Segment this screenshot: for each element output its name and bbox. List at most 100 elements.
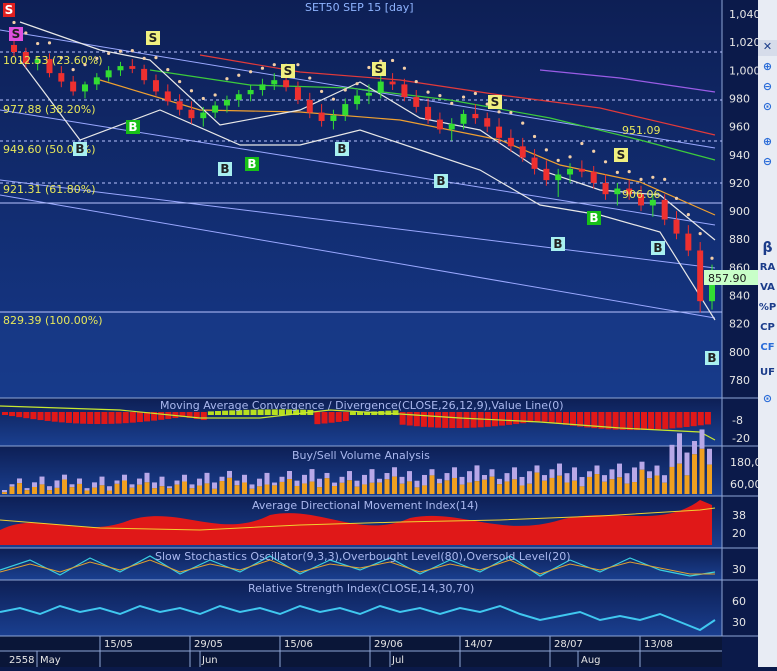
- sar-dot: [367, 65, 371, 70]
- zoom-out-icon[interactable]: ⊖: [758, 155, 777, 171]
- volume-sell-bar: [347, 471, 352, 481]
- cf-button[interactable]: CF: [758, 342, 777, 358]
- candle-body: [661, 199, 668, 220]
- volume-sell-bar: [234, 480, 240, 486]
- volume-sell-bar: [92, 482, 97, 488]
- macd-bar: [122, 412, 129, 424]
- date-label: 15/05: [104, 639, 133, 650]
- candle-body: [247, 90, 254, 95]
- sar-dot: [414, 79, 418, 84]
- sell-marker: S: [146, 31, 160, 45]
- macd-bar: [626, 412, 633, 431]
- volume-buy-bar: [204, 483, 210, 494]
- sar-dot: [615, 170, 619, 174]
- volume-sell-bar: [444, 473, 450, 481]
- volume-buy-bar: [62, 479, 67, 494]
- buy-marker: B: [335, 142, 349, 156]
- add-icon[interactable]: ⊕: [758, 60, 777, 76]
- candle-body: [188, 109, 195, 119]
- macd-bar: [108, 412, 115, 424]
- volume-buy-bar: [107, 490, 112, 494]
- macd-bar: [37, 412, 44, 421]
- volume-sell-bar: [369, 469, 375, 483]
- volume-sell-bar: [437, 478, 442, 484]
- candle-body: [602, 182, 609, 195]
- candle-body: [223, 99, 230, 106]
- sar-dot: [189, 89, 194, 93]
- volume-sell-bar: [272, 482, 277, 486]
- volume-buy-bar: [399, 483, 405, 494]
- volume-buy-bar: [587, 476, 592, 494]
- sar-dot: [142, 56, 146, 60]
- beta-button[interactable]: β: [758, 240, 777, 258]
- volume-buy-bar: [249, 488, 255, 494]
- volume-sell-bar: [257, 478, 262, 487]
- svg-text:B: B: [247, 157, 256, 171]
- volume-sell-bar: [474, 465, 480, 482]
- volume-buy-bar: [279, 481, 285, 494]
- uf-button[interactable]: UF: [758, 367, 777, 383]
- volume-sell-bar: [287, 471, 292, 480]
- volume-buy-bar: [144, 482, 150, 494]
- rsi-title: Relative Strength Index(CLOSE,14,30,70): [248, 582, 474, 595]
- volume-buy-bar: [654, 475, 660, 494]
- svg-text:S: S: [5, 3, 14, 17]
- zoom-in-icon[interactable]: ⊕: [758, 135, 777, 151]
- macd-bar: [349, 411, 356, 415]
- volume-sell-bar: [579, 477, 585, 487]
- macd-bar: [428, 412, 434, 428]
- volume-sell-bar: [24, 488, 30, 491]
- candle-body: [11, 44, 17, 53]
- volume-sell-bar: [144, 472, 150, 483]
- last-price-label: 857.90: [708, 272, 747, 285]
- month-label: Aug: [581, 655, 601, 666]
- cp-button[interactable]: CP: [758, 322, 777, 338]
- volume-sell-bar: [662, 475, 667, 483]
- ra-button[interactable]: RA: [758, 262, 777, 278]
- close-icon[interactable]: ✕: [758, 40, 777, 56]
- volume-sell-bar: [392, 467, 397, 477]
- volume-buy-bar: [227, 477, 232, 494]
- volume-buy-bar: [639, 469, 645, 494]
- volume-sell-bar: [54, 480, 60, 488]
- va-button[interactable]: VA: [758, 282, 777, 298]
- date-label: 28/07: [554, 639, 583, 650]
- sell-marker: S: [281, 64, 295, 78]
- sar-dot: [308, 76, 312, 80]
- annotation-label: 951.09: [622, 124, 661, 137]
- svg-text:B: B: [128, 120, 137, 134]
- sar-dot: [450, 101, 454, 105]
- volume-buy-bar: [189, 488, 195, 494]
- volume-sell-bar: [572, 467, 577, 481]
- volume-sell-bar: [632, 467, 637, 483]
- volume-sell-bar: [699, 429, 705, 449]
- month-label: May: [40, 655, 61, 666]
- percent-button[interactable]: %P: [758, 302, 777, 318]
- volume-buy-bar: [182, 481, 187, 494]
- sar-dot: [154, 56, 158, 60]
- scroll-icon[interactable]: ⊙: [758, 392, 777, 408]
- volume-buy-bar: [384, 479, 390, 494]
- volume-sell-bar: [707, 448, 712, 465]
- sar-dot: [355, 82, 359, 86]
- candle-body: [365, 92, 372, 96]
- price-tick: 940: [729, 149, 750, 162]
- volume-buy-bar: [9, 486, 15, 494]
- volume-buy-bar: [437, 483, 442, 494]
- macd-bar: [129, 412, 136, 423]
- fib-label: 921.31 (61.80%): [3, 183, 96, 196]
- volume-buy-bar: [332, 486, 337, 494]
- buy-marker: B: [551, 237, 565, 251]
- sar-dot: [674, 196, 679, 201]
- volume-sell-bar: [497, 478, 502, 485]
- volume-sell-bar: [159, 476, 165, 487]
- remove-icon[interactable]: ⊖: [758, 80, 777, 96]
- volume-buy-bar: [234, 485, 240, 494]
- volume-buy-bar: [459, 484, 465, 494]
- candle-body: [507, 137, 514, 147]
- down-icon[interactable]: ⊙: [758, 100, 777, 116]
- volume-sell-bar: [2, 490, 7, 493]
- sar-dot: [521, 121, 525, 125]
- buy-marker: B: [705, 351, 719, 365]
- volume-sell-bar: [414, 480, 420, 488]
